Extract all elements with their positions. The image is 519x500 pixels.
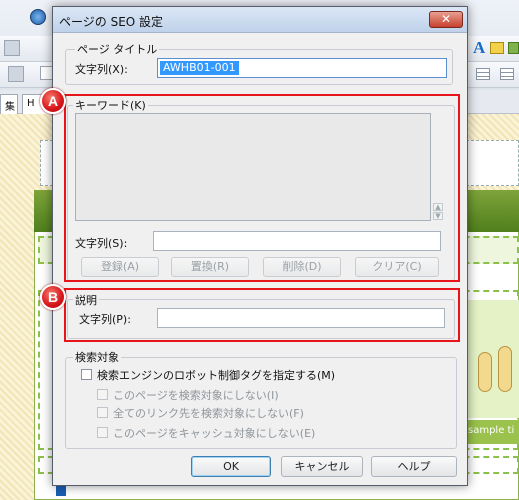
rabbit-figure: [498, 346, 512, 392]
page-title-value: AWHB01-001: [160, 61, 239, 75]
annotation-badge-b: B: [40, 284, 66, 310]
nocache-label: このページをキャッシュ対象にしない(E): [113, 427, 316, 440]
noindex-label: このページを検索対象にしない(I): [113, 389, 279, 402]
robot-tag-label: 検索エンジンのロボット制御タグを指定する(M): [97, 369, 336, 382]
toolbar-tool-icon[interactable]: [508, 42, 519, 54]
annotation-frame-b: [64, 288, 460, 342]
comment-icon[interactable]: [490, 42, 504, 54]
page-title-legend: ページ タイトル: [75, 41, 160, 57]
app-logo-icon: [30, 9, 46, 25]
annotation-badge-a: A: [40, 88, 66, 114]
help-button[interactable]: ヘルプ: [371, 456, 457, 477]
cancel-button[interactable]: キャンセル: [281, 456, 363, 477]
tab-label: H: [27, 98, 35, 109]
nocache-checkbox[interactable]: [97, 427, 108, 438]
table-icon[interactable]: [476, 68, 490, 80]
toolbar-tool-icon[interactable]: [8, 66, 24, 82]
close-button[interactable]: ✕: [429, 11, 463, 28]
rabbit-figure: [478, 352, 492, 392]
dialog-titlebar: ページの SEO 設定 ✕: [53, 7, 467, 33]
toolbar-tool-icon[interactable]: [4, 40, 20, 56]
page-title-label: 文字列(X):: [75, 63, 128, 76]
font-style-icon[interactable]: A: [473, 38, 485, 58]
annotation-frame-a: [64, 94, 460, 282]
ok-button[interactable]: OK: [191, 456, 271, 477]
selection-handle[interactable]: [56, 486, 66, 496]
dialog-title: ページの SEO 設定: [59, 15, 164, 29]
tab-label: 集: [5, 102, 15, 113]
close-icon: ✕: [440, 12, 452, 26]
page-title-input[interactable]: AWHB01-001: [157, 58, 447, 78]
noindex-checkbox[interactable]: [97, 389, 108, 400]
table-icon[interactable]: [500, 68, 514, 80]
nofollow-checkbox[interactable]: [97, 407, 108, 418]
nofollow-label: 全てのリンク先を検索対象にしない(F): [113, 407, 304, 420]
search-target-legend: 検索対象: [73, 349, 121, 365]
sample-title-text: sample ti: [462, 420, 519, 444]
robot-tag-checkbox[interactable]: [81, 369, 92, 380]
document-tab[interactable]: 集: [0, 94, 18, 114]
